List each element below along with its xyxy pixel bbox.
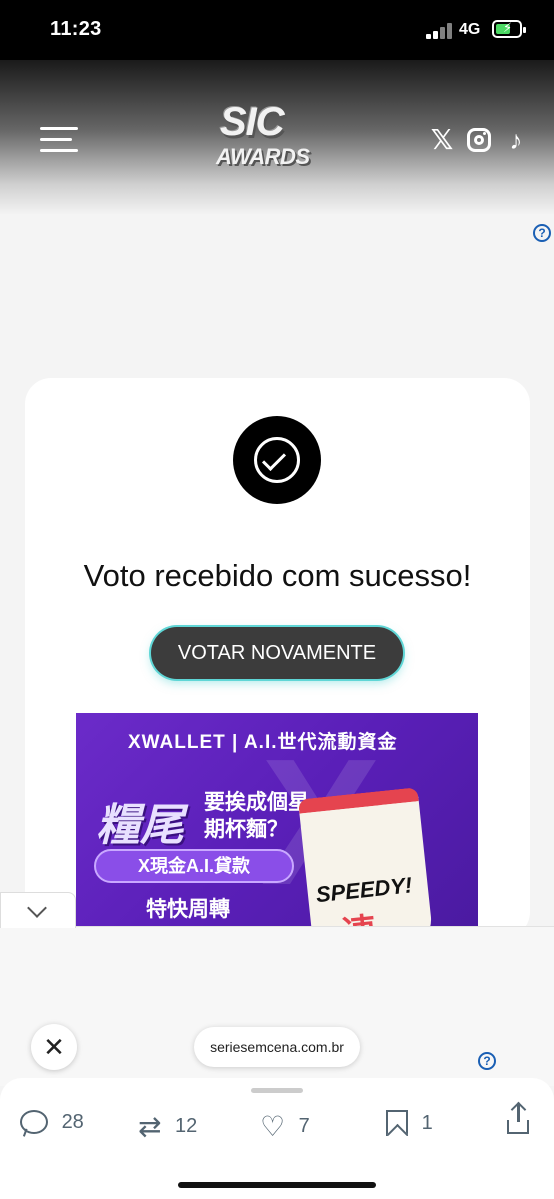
vote-confirmation-card: Voto recebido com sucesso! VOTAR NOVAMEN…	[25, 378, 530, 938]
success-message: Voto recebido com sucesso!	[83, 558, 472, 593]
bookmark-icon	[386, 1110, 408, 1136]
battery-icon: ⚡	[492, 20, 526, 38]
noodle-cup-image: SPEEDY! 速	[297, 787, 435, 938]
vote-again-button[interactable]: VOTAR NOVAMENTE	[151, 627, 403, 679]
sheet-grabber[interactable]	[251, 1088, 303, 1093]
repost-count: 12	[175, 1115, 198, 1137]
like-button[interactable]: ♡ 7	[260, 1110, 310, 1142]
home-indicator	[178, 1182, 376, 1188]
share-icon	[507, 1104, 529, 1134]
repost-button[interactable]: ⇄ 12	[138, 1110, 198, 1142]
ad-info-icon-bottom[interactable]: ?	[478, 1052, 496, 1070]
reply-count: 28	[61, 1110, 84, 1133]
ad-brand: XWALLET | A.I.世代流動資金	[128, 732, 398, 753]
tiktok-icon[interactable]: ♪	[502, 126, 530, 154]
site-header: SIC AWARDS 𝕏 ♪	[0, 60, 554, 215]
close-button[interactable]: ✕	[31, 1024, 77, 1070]
ad-subtext: 特快周轉	[146, 898, 230, 921]
share-button[interactable]	[507, 1104, 529, 1140]
ad-headline: 糧尾	[96, 801, 184, 850]
menu-icon[interactable]	[40, 127, 78, 153]
signal-icon	[426, 23, 452, 39]
instagram-icon[interactable]	[467, 128, 491, 152]
ad-pill: X現金A.I.貸款	[94, 849, 294, 883]
bookmark-button[interactable]: 1	[386, 1110, 433, 1140]
advertisement-banner[interactable]: X XWALLET | A.I.世代流動資金 糧尾 要挨成個星期杯麵？ X現金A…	[76, 713, 478, 938]
repost-icon: ⇄	[138, 1111, 162, 1142]
post-action-bar: 28 ⇄ 12 ♡ 7 1	[0, 1078, 554, 1199]
sic-awards-logo[interactable]: SIC AWARDS	[214, 100, 344, 182]
collapse-ad-button[interactable]	[0, 892, 76, 928]
reply-icon	[20, 1110, 48, 1134]
ad-info-icon[interactable]: ?	[533, 224, 551, 242]
check-circle-icon	[233, 416, 321, 504]
like-count: 7	[298, 1115, 310, 1137]
chevron-down-icon	[27, 898, 47, 918]
reply-button[interactable]: 28	[20, 1110, 84, 1140]
ad-headline-sub: 要挨成個星期杯麵？	[204, 791, 309, 841]
heart-icon: ♡	[260, 1111, 286, 1142]
url-bar[interactable]: seriesemcena.com.br	[194, 1027, 360, 1067]
status-time: 11:23	[50, 18, 102, 40]
bookmark-count: 1	[421, 1111, 433, 1134]
x-icon[interactable]: 𝕏	[428, 126, 456, 154]
network-label: 4G	[459, 21, 481, 38]
status-bar: 11:23 4G ⚡	[0, 0, 554, 60]
